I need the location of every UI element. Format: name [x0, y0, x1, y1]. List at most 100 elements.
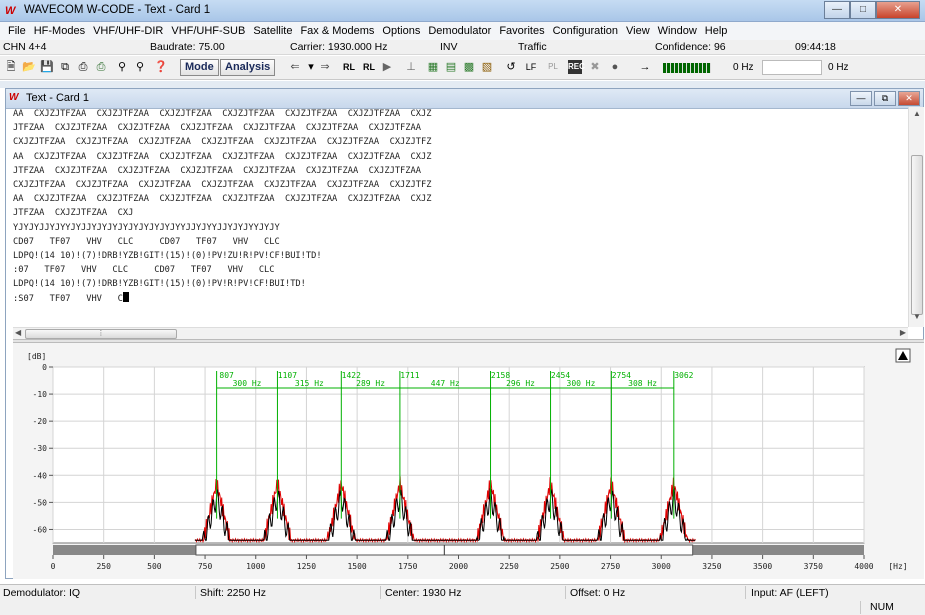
spacing-label: 300 Hz — [567, 379, 596, 388]
spacing-label: 296 Hz — [506, 379, 535, 388]
baudrate-label: Baudrate: 75.00 — [150, 41, 225, 53]
x-tick-label: 3250 — [702, 562, 721, 571]
waterfall-icon[interactable]: ▤ — [444, 60, 458, 74]
horizontal-scrollbar[interactable]: ◀ ⋮ ▶ — [13, 327, 908, 339]
card-close-button[interactable]: ✕ — [898, 91, 920, 106]
vertical-scrollbar[interactable]: ▲ ▼ — [908, 107, 924, 327]
status-shift: Shift: 2250 Hz — [200, 587, 266, 599]
menu-window[interactable]: Window — [654, 25, 701, 37]
num-lock-indicator: NUM — [870, 601, 894, 613]
status-separator — [380, 586, 381, 599]
scroll-down-icon[interactable]: ▼ — [912, 312, 922, 322]
spectrum-icon[interactable]: ▦ — [426, 60, 440, 74]
save-icon[interactable]: 💾 — [40, 60, 54, 74]
card-restore-button[interactable]: ⧉ — [874, 91, 896, 106]
menu-satellite[interactable]: Satellite — [249, 25, 296, 37]
scroll-left-icon[interactable]: ◀ — [15, 328, 21, 337]
menu-fax-modems[interactable]: Fax & Modems — [296, 25, 378, 37]
menu-vhf-uhf-sub[interactable]: VHF/UHF-SUB — [167, 25, 249, 37]
window-title: WAVECOM W-CODE - Text - Card 1 — [24, 4, 211, 16]
play-icon[interactable]: ▶ — [380, 60, 394, 74]
scroll-up-icon[interactable]: ▲ — [912, 109, 922, 119]
print-icon[interactable]: ⎙ — [76, 60, 90, 74]
tune-icon[interactable]: ⊥ — [404, 60, 418, 74]
spectrum-chart[interactable]: [dB]0-10-20-30-40-50-60807 1107 1422 1711 21… — [13, 343, 924, 579]
find-next-icon[interactable]: ⚲ — [133, 60, 147, 74]
pl-icon[interactable]: PL — [546, 60, 560, 74]
x-tick-label: 3750 — [804, 562, 823, 571]
stop-icon[interactable]: ✖ — [588, 60, 602, 74]
arrow-right-icon[interactable]: ⇒ — [318, 60, 332, 74]
inv-label: INV — [440, 41, 458, 53]
horizontal-scroll-thumb[interactable]: ⋮ — [25, 329, 177, 339]
scroll-right-icon[interactable]: ▶ — [900, 328, 906, 337]
menu-file[interactable]: File — [4, 25, 30, 37]
arrow-left-icon[interactable]: ⇐ — [288, 60, 302, 74]
status-bar: Demodulator: IQ Shift: 2250 Hz Center: 1… — [0, 584, 925, 600]
menu-configuration[interactable]: Configuration — [549, 25, 622, 37]
maximize-button[interactable]: □ — [850, 1, 876, 19]
x-tick-label: 3500 — [753, 562, 772, 571]
analysis-button[interactable]: Analysis — [220, 59, 276, 76]
menu-vhf-uhf-dir[interactable]: VHF/UHF-DIR — [89, 25, 167, 37]
card-minimize-button[interactable]: — — [850, 91, 872, 106]
close-button[interactable]: ✕ — [876, 1, 920, 19]
mute-icon[interactable]: ● — [608, 60, 622, 74]
new-icon[interactable]: 🗎 — [4, 60, 18, 74]
y-tick-label: -10 — [33, 390, 48, 399]
status-separator — [745, 586, 746, 599]
x-tick-label: 1250 — [297, 562, 316, 571]
card-controls: — ⧉ ✕ — [850, 91, 920, 106]
x-tick-label: 2500 — [550, 562, 569, 571]
menu-options[interactable]: Options — [378, 25, 424, 37]
mode-button[interactable]: Mode — [180, 59, 219, 76]
refresh-icon[interactable]: ↺ — [504, 60, 518, 74]
filter-icon[interactable]: ▧ — [480, 60, 494, 74]
y-tick-label: -40 — [33, 471, 48, 480]
text-cursor — [122, 291, 129, 302]
x-tick-label: 250 — [96, 562, 111, 571]
vertical-scroll-thumb[interactable] — [911, 155, 923, 315]
time-label: 09:44:18 — [795, 41, 836, 53]
peak-marker-label: 1711 — [400, 371, 419, 380]
print-preview-icon[interactable]: ⎙ — [94, 60, 108, 74]
text-line: AA CXJZJTFZAA CXJZJTFZAA CXJZJTFZAA CXJZ… — [13, 194, 432, 205]
text-line: LDPQ!(14 10)!(7)!DRB!YZB!GIT!(15)!(0)!PV… — [13, 279, 306, 290]
decoded-text-area[interactable]: AA CXJZJTFZAA CXJZJTFZAA CXJZJTFZAA CXJZ… — [13, 107, 896, 325]
rl-alt-icon[interactable]: RL — [362, 60, 376, 74]
x-tick-label: 1500 — [347, 562, 366, 571]
copy-icon[interactable]: ⧉ — [58, 60, 72, 74]
lf-icon[interactable]: LF — [524, 60, 538, 74]
text-line: CD07 TF07 VHV CLC CD07 TF07 VHV CLC — [13, 236, 280, 247]
minimize-button[interactable]: — — [824, 1, 850, 19]
text-line: :S07 TF07 VHV C — [13, 293, 123, 304]
menu-favorites[interactable]: Favorites — [495, 25, 548, 37]
toolbar: 🗎 📂 💾 ⧉ ⎙ ⎙ ⚲ ⚲ ❓ Mode Analysis ⇐ ▾ ⇒ RL… — [0, 56, 925, 80]
record-icon[interactable]: REC — [568, 60, 585, 74]
text-line: AA CXJZJTFZAA CXJZJTFZAA CXJZJTFZAA CXJZ… — [13, 109, 432, 119]
freq-field-1: 0 Hz — [733, 62, 754, 73]
rl-icon[interactable]: RL — [342, 60, 356, 74]
status-offset: Offset: 0 Hz — [570, 587, 626, 599]
info-bar: CHN 4+4 Baudrate: 75.00 Carrier: 1930.00… — [0, 40, 925, 55]
x-tick-label: 3000 — [652, 562, 671, 571]
help-icon[interactable]: ❓ — [154, 60, 168, 74]
confidence-label: Confidence: 96 — [655, 41, 726, 53]
menu-demodulator[interactable]: Demodulator — [424, 25, 495, 37]
menu-view[interactable]: View — [622, 25, 654, 37]
status-bar-secondary: NUM — [0, 600, 925, 615]
status-separator — [565, 586, 566, 599]
x-tick-label: 2000 — [449, 562, 468, 571]
find-icon[interactable]: ⚲ — [115, 60, 129, 74]
freq-slider[interactable] — [762, 60, 822, 75]
status-separator — [195, 586, 196, 599]
grid-icon[interactable]: ▩ — [462, 60, 476, 74]
open-icon[interactable]: 📂 — [22, 60, 36, 74]
dropdown-icon[interactable]: ▾ — [304, 60, 318, 74]
traffic-label: Traffic — [518, 41, 547, 53]
menu-help[interactable]: Help — [701, 25, 732, 37]
text-line-last: :S07 TF07 VHV C — [13, 291, 896, 306]
card-title-bar: W Text - Card 1 — ⧉ ✕ — [6, 89, 923, 109]
x-tick-label: 750 — [198, 562, 213, 571]
menu-hf-modes[interactable]: HF-Modes — [30, 25, 89, 37]
